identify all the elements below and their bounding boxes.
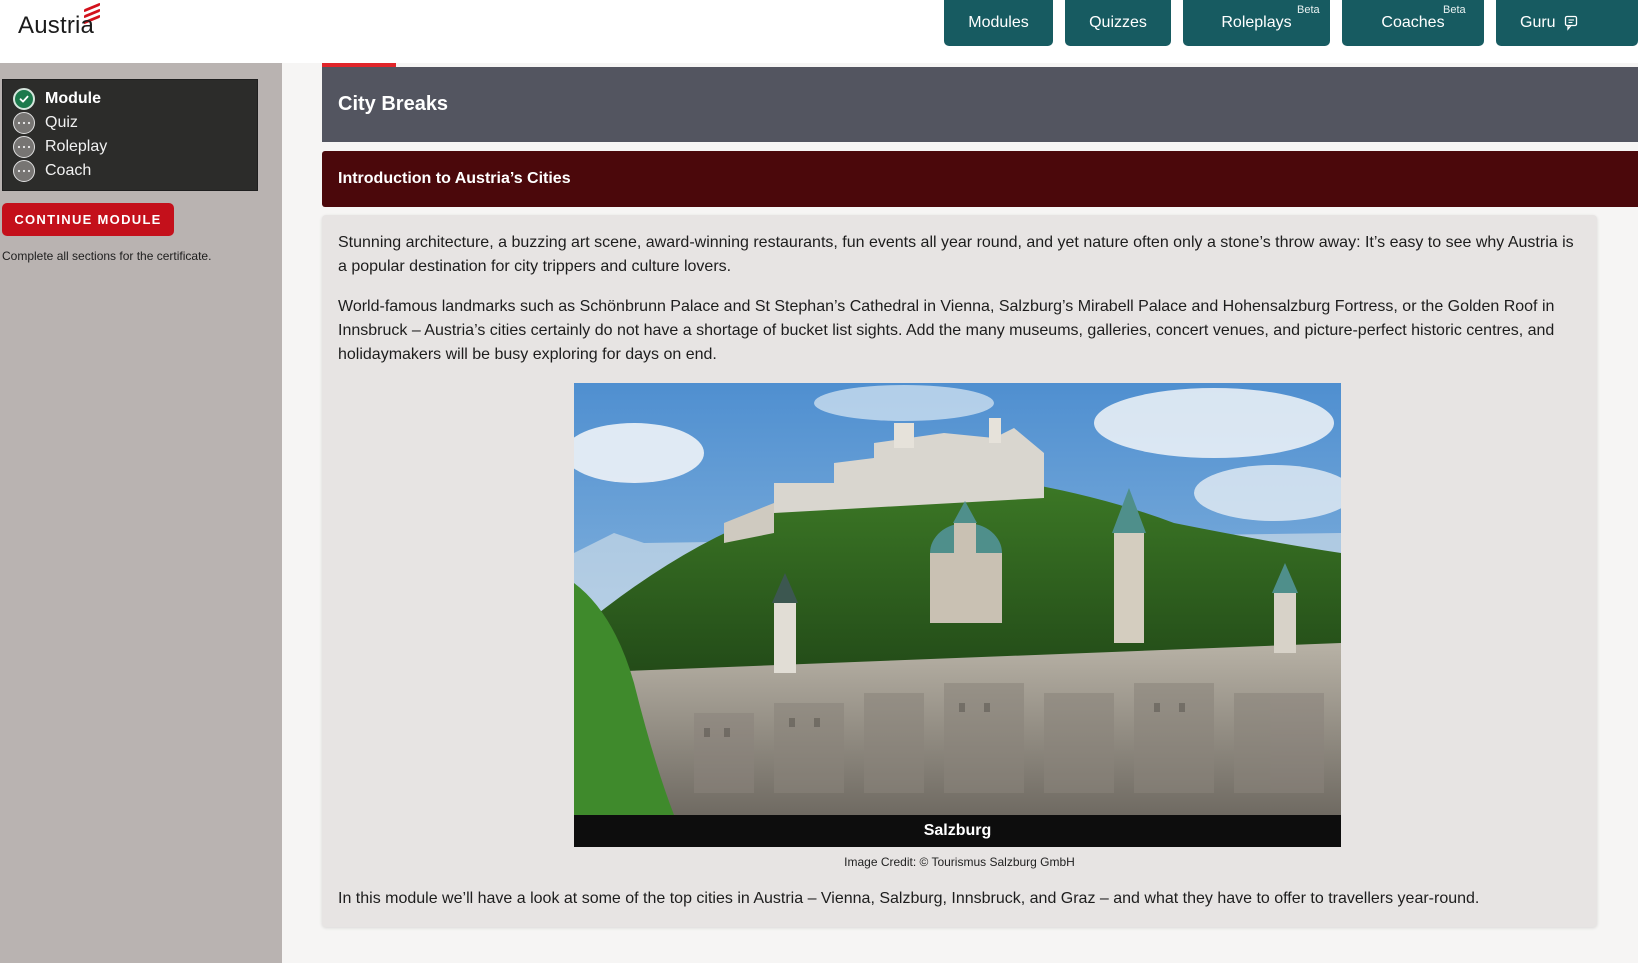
austria-logo[interactable]: Austria bbox=[18, 2, 118, 42]
module-title: City Breaks bbox=[338, 93, 449, 115]
sidebar: Module Quiz Roleplay Coach CONTINUE MODU… bbox=[0, 63, 282, 963]
step-label: Quiz bbox=[45, 114, 78, 131]
step-label: Coach bbox=[45, 162, 92, 179]
nav-guru-button[interactable]: Guru bbox=[1496, 0, 1638, 46]
certificate-note: Complete all sections for the certificat… bbox=[2, 249, 212, 263]
nav-guru-label: Guru bbox=[1520, 14, 1556, 31]
ellipsis-circle-icon bbox=[13, 136, 35, 158]
nav-coaches-label: Coaches bbox=[1381, 14, 1445, 31]
step-label: Module bbox=[45, 90, 101, 107]
salzburg-figure: Salzburg bbox=[574, 383, 1341, 847]
continue-module-button[interactable]: CONTINUE MODULE bbox=[2, 203, 174, 236]
ellipsis-circle-icon bbox=[13, 160, 35, 182]
check-circle-icon bbox=[13, 88, 35, 110]
nav-modules-button[interactable]: Modules bbox=[944, 0, 1053, 46]
logo-text: Austria bbox=[18, 12, 95, 39]
main-nav: Modules Quizzes Roleplays Beta Coaches B… bbox=[938, 0, 1638, 47]
beta-badge: Beta bbox=[1443, 4, 1466, 16]
salzburg-photo bbox=[574, 383, 1341, 815]
nav-quizzes-button[interactable]: Quizzes bbox=[1065, 0, 1171, 46]
module-header: City Breaks bbox=[322, 67, 1638, 142]
image-caption: Salzburg bbox=[574, 815, 1341, 847]
intro-paragraph: Stunning architecture, a buzzing art sce… bbox=[338, 234, 1574, 275]
nav-modules-label: Modules bbox=[968, 14, 1029, 31]
section-content: Stunning architecture, a buzzing art sce… bbox=[322, 215, 1597, 927]
summary-paragraph: In this module we’ll have a look at some… bbox=[338, 890, 1480, 907]
chat-icon bbox=[1564, 15, 1577, 31]
step-module[interactable]: Module bbox=[3, 87, 257, 111]
step-coach[interactable]: Coach bbox=[3, 159, 257, 183]
step-quiz[interactable]: Quiz bbox=[3, 111, 257, 135]
top-header: Austria Modules Quizzes Roleplays Beta C… bbox=[0, 0, 1638, 63]
step-label: Roleplay bbox=[45, 138, 108, 155]
image-credit: Image Credit: © Tourismus Salzburg GmbH bbox=[844, 855, 1075, 869]
step-roleplay[interactable]: Roleplay bbox=[3, 135, 257, 159]
section-header[interactable]: Introduction to Austria’s Cities bbox=[322, 151, 1638, 207]
module-progress-list: Module Quiz Roleplay Coach bbox=[2, 79, 258, 191]
nav-roleplays-label: Roleplays bbox=[1221, 14, 1292, 31]
ellipsis-circle-icon bbox=[13, 112, 35, 134]
nav-quizzes-label: Quizzes bbox=[1089, 14, 1147, 31]
nav-coaches-button[interactable]: Coaches Beta bbox=[1342, 0, 1484, 46]
beta-badge: Beta bbox=[1297, 4, 1320, 16]
section-title: Introduction to Austria’s Cities bbox=[338, 170, 571, 187]
landmarks-paragraph: World-famous landmarks such as Schönbrun… bbox=[338, 298, 1555, 363]
nav-roleplays-button[interactable]: Roleplays Beta bbox=[1183, 0, 1330, 46]
